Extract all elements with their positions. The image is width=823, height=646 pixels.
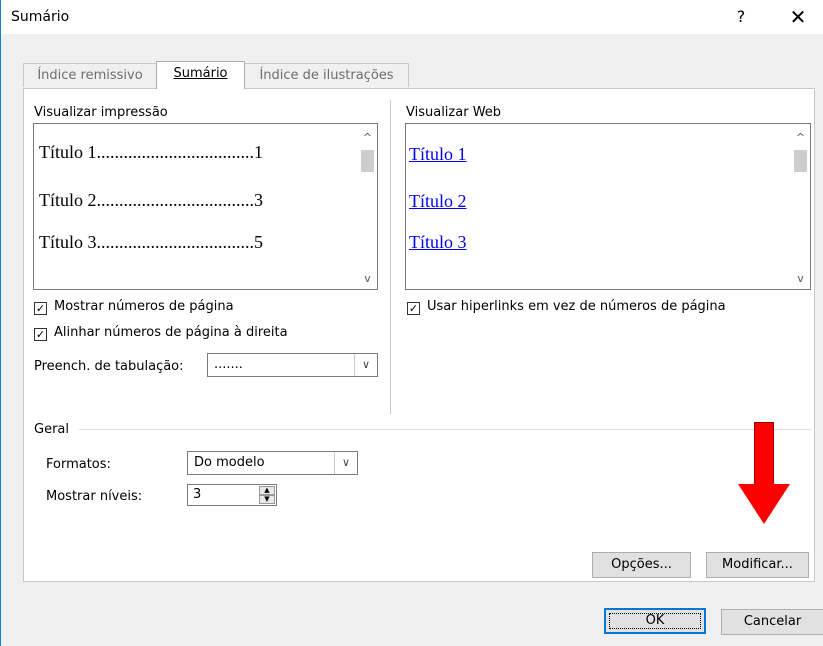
options-button[interactable]: Opções... (592, 552, 691, 578)
print-toc-line-1: Título 1................................… (39, 142, 263, 163)
print-toc-dots: ................................... (96, 232, 255, 252)
print-toc-page: 3 (254, 190, 263, 210)
print-toc-dots: ................................... (96, 190, 255, 210)
help-button[interactable]: ? (730, 4, 752, 30)
scroll-thumb[interactable] (794, 150, 807, 172)
red-arrow-icon (738, 484, 790, 524)
tab-sumario-label: Sumário (173, 66, 228, 81)
formats-combo[interactable]: Do modelo ∨ (187, 451, 358, 475)
show-page-numbers-label[interactable]: Mostrar números de página (54, 299, 234, 314)
formats-label: Formatos: (46, 457, 111, 472)
print-toc-line-2: Título 2................................… (39, 190, 263, 211)
scroll-up-icon[interactable]: ^ (358, 130, 377, 146)
scroll-up-icon[interactable]: ^ (791, 130, 810, 146)
use-hyperlinks-checkbox[interactable]: ✓ (407, 302, 420, 315)
ok-button[interactable]: OK (604, 608, 706, 634)
print-toc-line-3: Título 3................................… (39, 232, 263, 253)
web-toc-link[interactable]: Título 1 (409, 144, 467, 165)
tab-indice-remissivo[interactable]: Índice remissivo (23, 63, 157, 87)
tab-sumario[interactable]: Sumário (156, 61, 245, 89)
web-preview-scrollbar[interactable]: ^ v (791, 124, 810, 289)
scroll-down-icon[interactable]: v (791, 271, 810, 287)
tab-indice-ilustracoes[interactable]: Índice de ilustrações (244, 63, 409, 87)
chevron-down-icon[interactable]: ∨ (334, 452, 357, 474)
toc-dialog: Sumário ? ✕ Índice remissivo Sumário Índ… (0, 0, 823, 646)
close-button[interactable]: ✕ (784, 4, 812, 30)
print-toc-page: 1 (254, 142, 263, 162)
levels-label: Mostrar níveis: (46, 489, 143, 504)
dialog-title: Sumário (11, 9, 70, 25)
scroll-down-icon[interactable]: v (358, 271, 377, 287)
title-bar: Sumário ? ✕ (1, 0, 823, 34)
web-toc-link[interactable]: Título 3 (409, 232, 467, 253)
use-hyperlinks-label[interactable]: Usar hiperlinks em vez de números de pág… (427, 299, 726, 314)
formats-value: Do modelo (194, 455, 265, 470)
print-toc-dots: ................................... (96, 142, 255, 162)
spin-down-icon[interactable]: ▼ (259, 495, 275, 504)
align-right-label[interactable]: Alinhar números de página à direita (54, 325, 288, 340)
general-group-line (79, 429, 811, 430)
web-toc-link[interactable]: Título 2 (409, 191, 467, 212)
print-preview-scrollbar[interactable]: ^ v (358, 124, 377, 289)
tab-leader-label: Preench. de tabulação: (34, 359, 184, 374)
print-preview-box[interactable]: Título 1................................… (33, 123, 378, 290)
tab-leader-value: ....... (214, 357, 243, 372)
print-toc-title: Título 3 (39, 232, 97, 252)
levels-value: 3 (193, 487, 202, 502)
print-toc-title: Título 1 (39, 142, 97, 162)
web-preview-label: Visualizar Web (406, 105, 502, 120)
web-preview-box[interactable]: Título 1 Título 2 Título 3 ^ v (405, 123, 811, 290)
chevron-down-icon[interactable]: ∨ (354, 354, 377, 376)
print-toc-title: Título 2 (39, 190, 97, 210)
show-page-numbers-checkbox[interactable]: ✓ (34, 302, 47, 315)
spin-up-icon[interactable]: ▲ (259, 486, 275, 495)
cancel-button[interactable]: Cancelar (721, 609, 823, 635)
print-toc-page: 5 (254, 232, 263, 252)
focus-rect (609, 613, 701, 629)
print-preview-label: Visualizar impressão (34, 105, 168, 120)
levels-spinner[interactable]: 3 ▲ ▼ (187, 484, 277, 506)
scroll-thumb[interactable] (361, 150, 374, 172)
general-group-label: Geral (34, 422, 69, 437)
modify-button[interactable]: Modificar... (706, 552, 809, 578)
align-right-checkbox[interactable]: ✓ (34, 328, 47, 341)
vertical-divider (390, 100, 391, 414)
tab-leader-combo[interactable]: ....... ∨ (207, 353, 378, 377)
red-arrow-shaft (754, 422, 774, 485)
